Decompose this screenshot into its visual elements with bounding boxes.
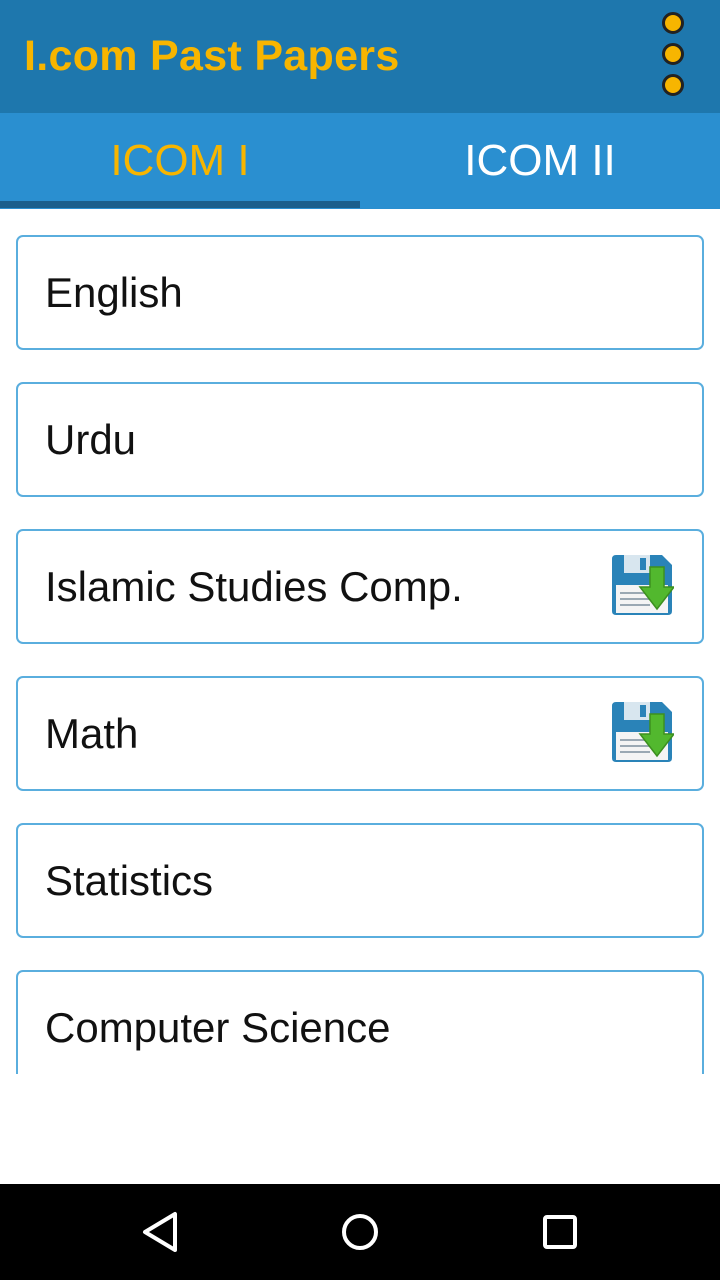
floppy-download-icon[interactable] — [610, 700, 674, 764]
app-title: I.com Past Papers — [24, 32, 400, 80]
overflow-menu-icon[interactable] — [650, 8, 696, 104]
subject-label: Computer Science — [45, 1004, 391, 1051]
overflow-dot — [662, 74, 684, 96]
overflow-dot — [662, 12, 684, 34]
tab-icom-2[interactable]: ICOM II — [360, 113, 720, 209]
subject-item-english[interactable]: English — [16, 235, 704, 350]
tab-selected-indicator — [0, 201, 360, 208]
back-triangle-icon[interactable] — [132, 1204, 188, 1260]
floppy-download-icon[interactable] — [610, 553, 674, 617]
tab-icom-1[interactable]: ICOM I — [0, 113, 360, 209]
home-circle-icon[interactable] — [332, 1204, 388, 1260]
subject-label: Urdu — [45, 416, 137, 463]
subject-item-urdu[interactable]: Urdu — [16, 382, 704, 497]
subject-label: Statistics — [45, 857, 214, 904]
subject-item-computer-science[interactable]: Computer Science — [16, 970, 704, 1074]
subject-item-statistics[interactable]: Statistics — [16, 823, 704, 938]
recents-square-icon[interactable] — [532, 1204, 588, 1260]
system-nav-bar — [0, 1184, 720, 1280]
subject-label: Islamic Studies Comp. — [45, 563, 463, 610]
tab-bar: ICOM I ICOM II — [0, 113, 720, 209]
subject-list[interactable]: English Urdu Islamic Studies Comp. Math — [0, 209, 720, 1074]
app-bar: I.com Past Papers — [0, 0, 720, 113]
subject-item-islamic-studies[interactable]: Islamic Studies Comp. — [16, 529, 704, 644]
overflow-dot — [662, 43, 684, 65]
subject-label: English — [45, 269, 183, 316]
subject-item-math[interactable]: Math — [16, 676, 704, 791]
subject-label: Math — [45, 710, 139, 757]
